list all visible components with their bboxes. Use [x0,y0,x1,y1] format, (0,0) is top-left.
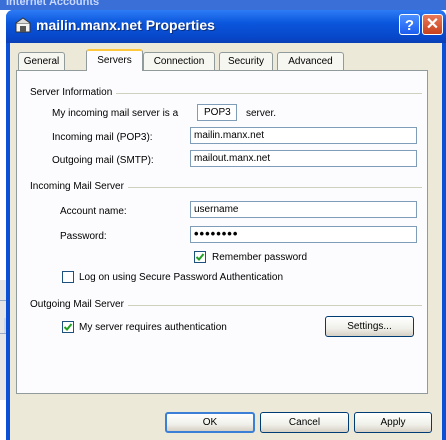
tab-advanced[interactable]: Advanced [277,52,344,70]
remember-password-checkbox[interactable] [194,251,206,263]
tab-servers[interactable]: Servers [86,49,143,71]
spa-checkbox[interactable] [62,271,74,283]
checkmark-icon [195,253,205,261]
password-field[interactable]: •••••••• [190,226,417,243]
cancel-button[interactable]: Cancel [260,412,349,433]
incoming-mail-label: Incoming mail (POP3): [52,132,153,143]
tab-connection[interactable]: Connection [143,52,215,70]
requires-auth-label[interactable]: My server requires authentication [79,322,227,333]
server-type-value: POP3 [197,104,237,121]
apply-button[interactable]: Apply [354,412,432,433]
background-window-title: Internet Accounts [6,0,100,8]
server-information-heading: Server Information [30,87,117,98]
checkmark-icon [63,323,73,331]
password-label: Password: [60,231,107,242]
spa-label[interactable]: Log on using Secure Password Authenticat… [79,272,283,283]
requires-auth-checkbox[interactable] [62,321,74,333]
incoming-type-suffix: server. [246,108,277,119]
tab-security[interactable]: Security [219,52,273,70]
outgoing-mail-label: Outgoing mail (SMTP): [52,155,154,166]
close-button[interactable]: ✕ [422,14,443,35]
account-name-field[interactable]: username [190,201,417,218]
incoming-type-prefix: My incoming mail server is a [52,108,179,119]
account-name-label: Account name: [60,206,127,217]
outgoing-mail-field[interactable]: mailout.manx.net [190,150,417,167]
accounts-icon [14,17,32,35]
incoming-mail-field[interactable]: mailin.manx.net [190,127,417,144]
dialog-title: mailin.manx.net Properties [36,17,215,33]
tab-general[interactable]: General [18,52,65,70]
settings-button[interactable]: Settings... [325,316,414,337]
incoming-server-heading: Incoming Mail Server [30,181,128,192]
remember-password-label[interactable]: Remember password [212,252,307,263]
outgoing-server-heading: Outgoing Mail Server [30,299,128,310]
help-button[interactable]: ? [399,14,420,35]
ok-button[interactable]: OK [165,412,255,433]
